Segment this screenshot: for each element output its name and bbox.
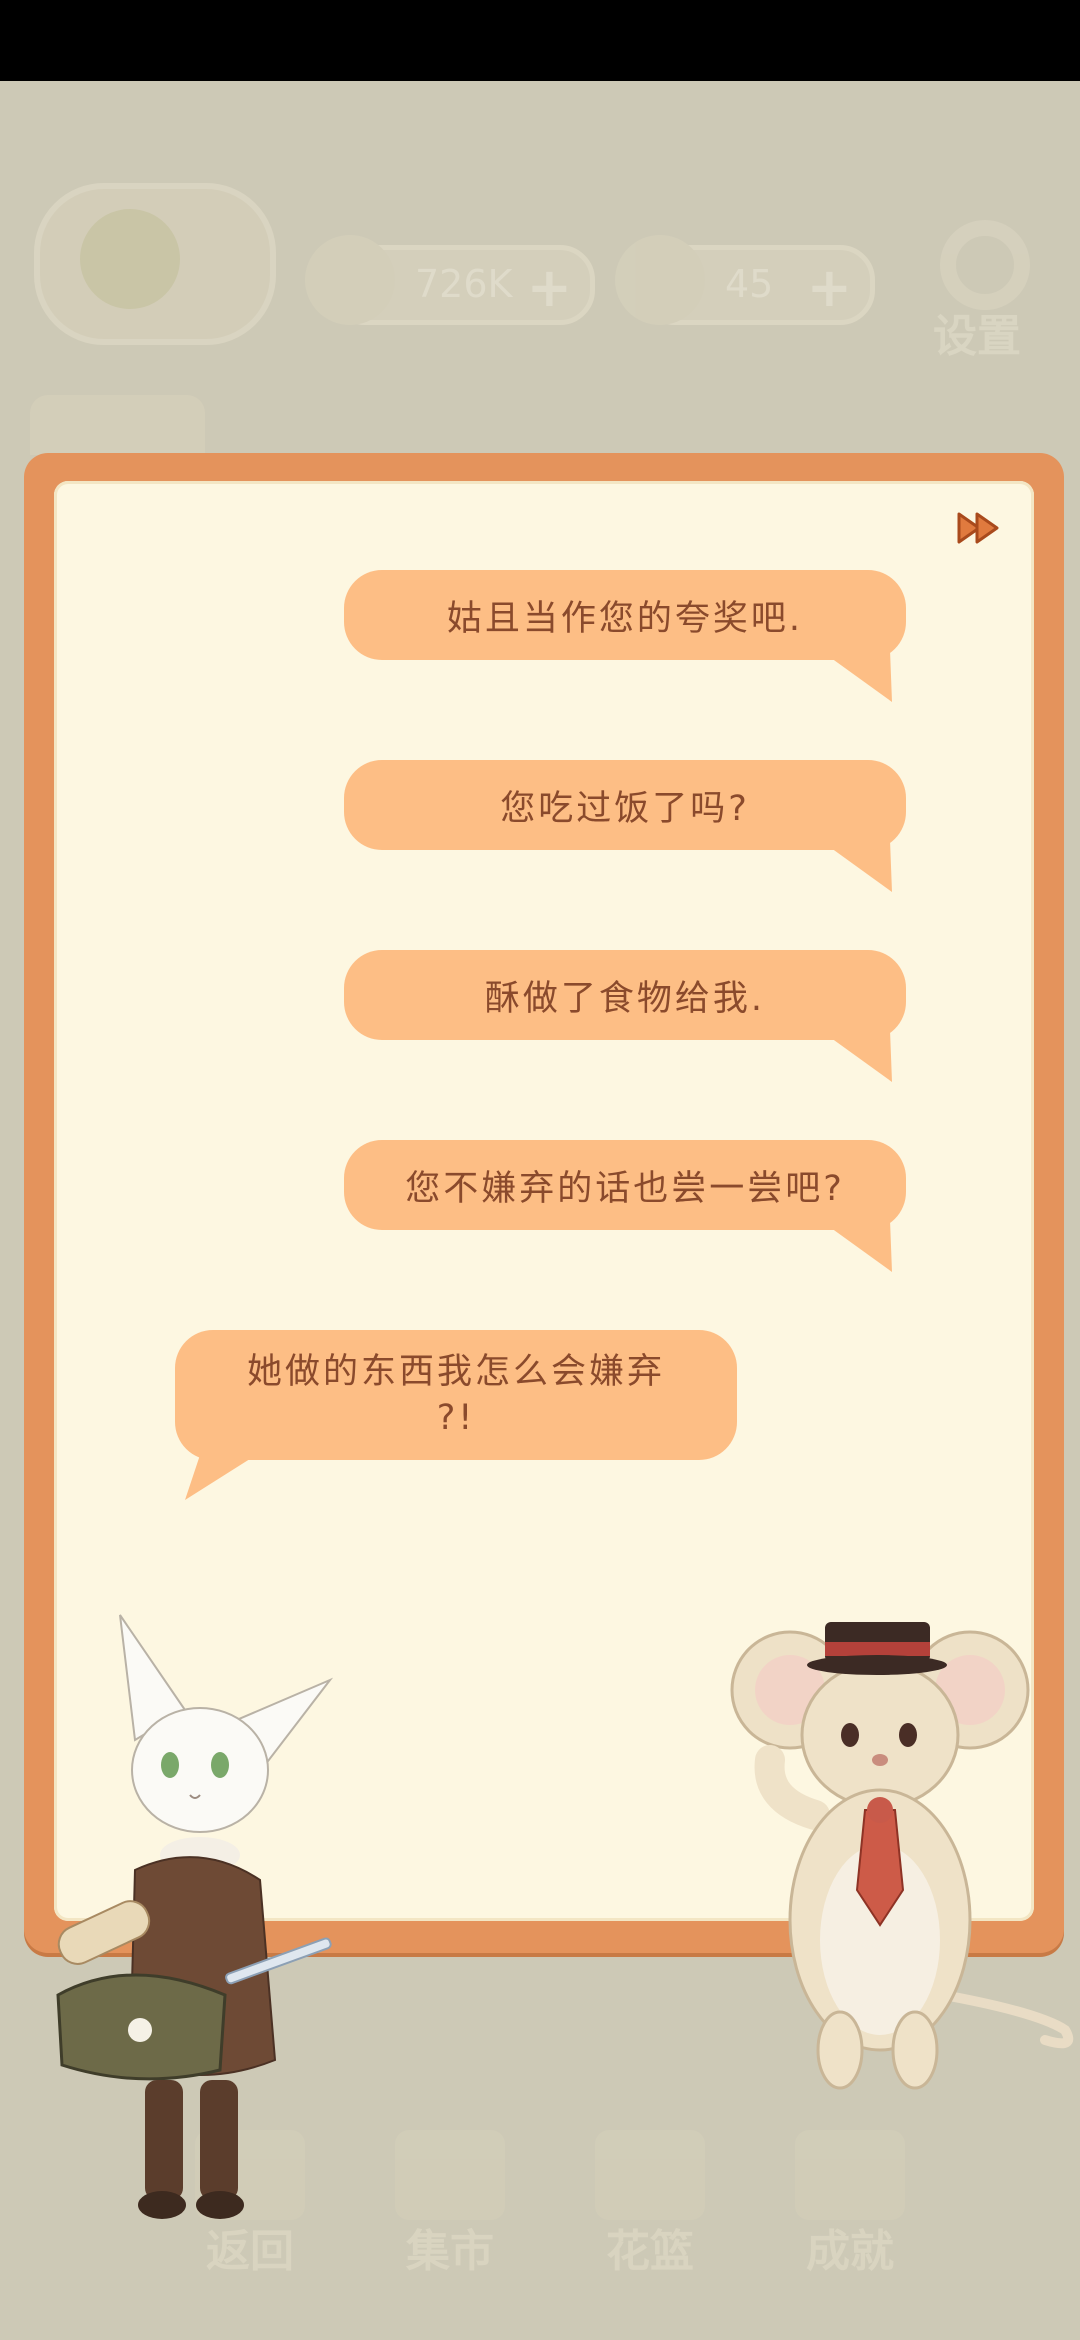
avatar-leaf-icon	[80, 209, 180, 309]
dialog-bubble-5: 她做的东西我怎么会嫌弃 ?!	[175, 1330, 737, 1460]
nav-basket-label: 花篮	[606, 2226, 694, 2277]
fish-currency: 726K +	[305, 235, 595, 325]
dialog-bubble-5-line2: ?!	[436, 1398, 476, 1438]
market-icon	[395, 2130, 505, 2220]
player-avatar	[34, 183, 276, 345]
dialog-bubble-4: 您不嫌弃的话也尝一尝吧?	[344, 1140, 906, 1230]
cake-count: 45	[725, 262, 774, 306]
mouse-character	[730, 1622, 1074, 2090]
fish-icon	[305, 235, 395, 325]
dialog-bubble-1: 姑且当作您的夸奖吧.	[344, 570, 906, 660]
add-cake-button[interactable]: +	[807, 256, 852, 319]
fast-forward-icon[interactable]	[955, 508, 1005, 548]
gear-icon	[940, 220, 1030, 310]
nav-market-button[interactable]: 集市	[380, 2120, 520, 2280]
dialog-bubble-3: 酥做了食物给我.	[344, 950, 906, 1040]
nav-basket-button[interactable]: 花篮	[580, 2120, 720, 2280]
status-bar	[0, 0, 1080, 81]
nav-achievements-button[interactable]: 成就	[780, 2120, 920, 2280]
settings-button[interactable]: 设置	[925, 220, 1045, 362]
dialog-bubble-2: 您吃过饭了吗?	[344, 760, 906, 850]
fish-count: 726K	[415, 262, 513, 306]
add-fish-button[interactable]: +	[527, 256, 572, 319]
cake-currency: 45 +	[615, 235, 875, 325]
nav-achievements-label: 成就	[806, 2226, 894, 2277]
trophy-icon	[795, 2130, 905, 2220]
cake-icon	[615, 235, 705, 325]
nav-market-label: 集市	[406, 2226, 494, 2277]
dialog-bubble-5-line1: 她做的东西我怎么会嫌弃	[246, 1352, 665, 1392]
side-tab	[30, 395, 205, 455]
cat-character	[56, 1614, 334, 2219]
basket-icon	[595, 2130, 705, 2220]
settings-label: 设置	[933, 311, 1021, 362]
